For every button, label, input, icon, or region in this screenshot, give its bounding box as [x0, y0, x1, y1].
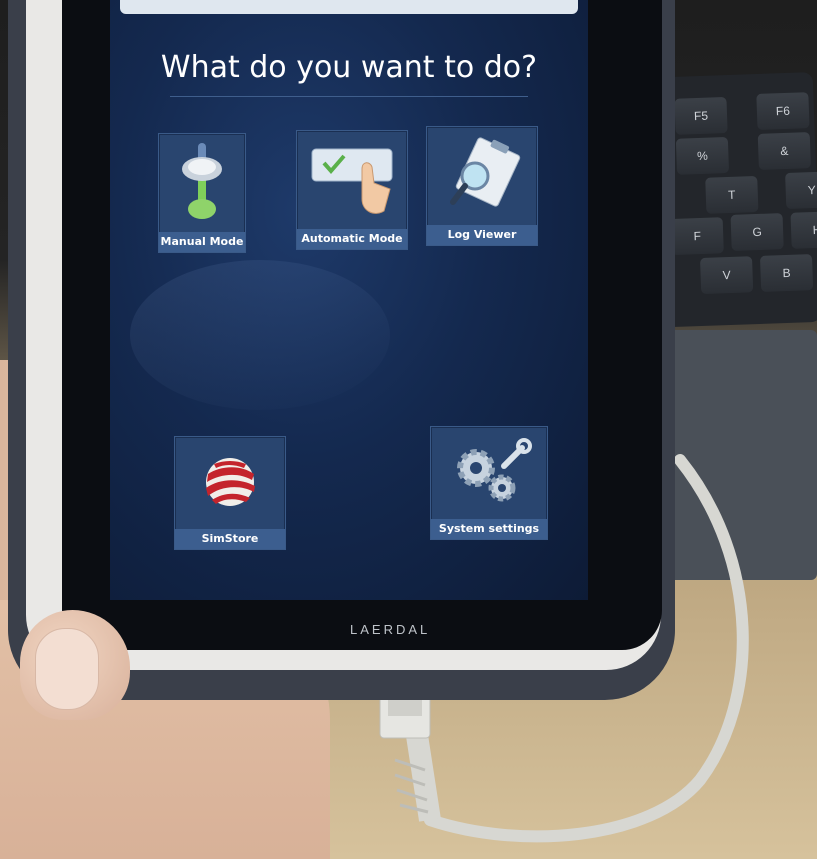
tile-log-viewer[interactable]: Log Viewer: [426, 126, 538, 246]
tile-label: Automatic Mode: [297, 229, 407, 249]
top-status-strip: [120, 0, 578, 14]
tile-label: System settings: [431, 519, 547, 539]
tile-automatic-mode[interactable]: Automatic Mode: [296, 130, 408, 250]
touch-screen: What do you want to do? Manual Mode Auto…: [110, 0, 588, 600]
tile-label: Log Viewer: [427, 225, 537, 245]
tile-label: Manual Mode: [159, 232, 245, 252]
tile-label: SimStore: [175, 529, 285, 549]
clipboard-magnifier-icon: [427, 127, 537, 223]
title-divider: [170, 96, 528, 97]
hand-touch-checkbox-icon: [297, 131, 407, 227]
page-title: What do you want to do?: [160, 50, 538, 85]
tile-system-settings[interactable]: System settings: [430, 426, 548, 540]
thumbnail: [35, 628, 99, 710]
striped-globe-icon: [175, 437, 285, 527]
gears-wrench-icon: [431, 427, 547, 517]
screen-glare: [130, 260, 390, 410]
brand-label: LAERDAL: [350, 622, 431, 637]
tile-manual-mode[interactable]: Manual Mode: [158, 133, 246, 253]
tile-simstore[interactable]: SimStore: [174, 436, 286, 550]
slider-icon: [159, 134, 245, 230]
